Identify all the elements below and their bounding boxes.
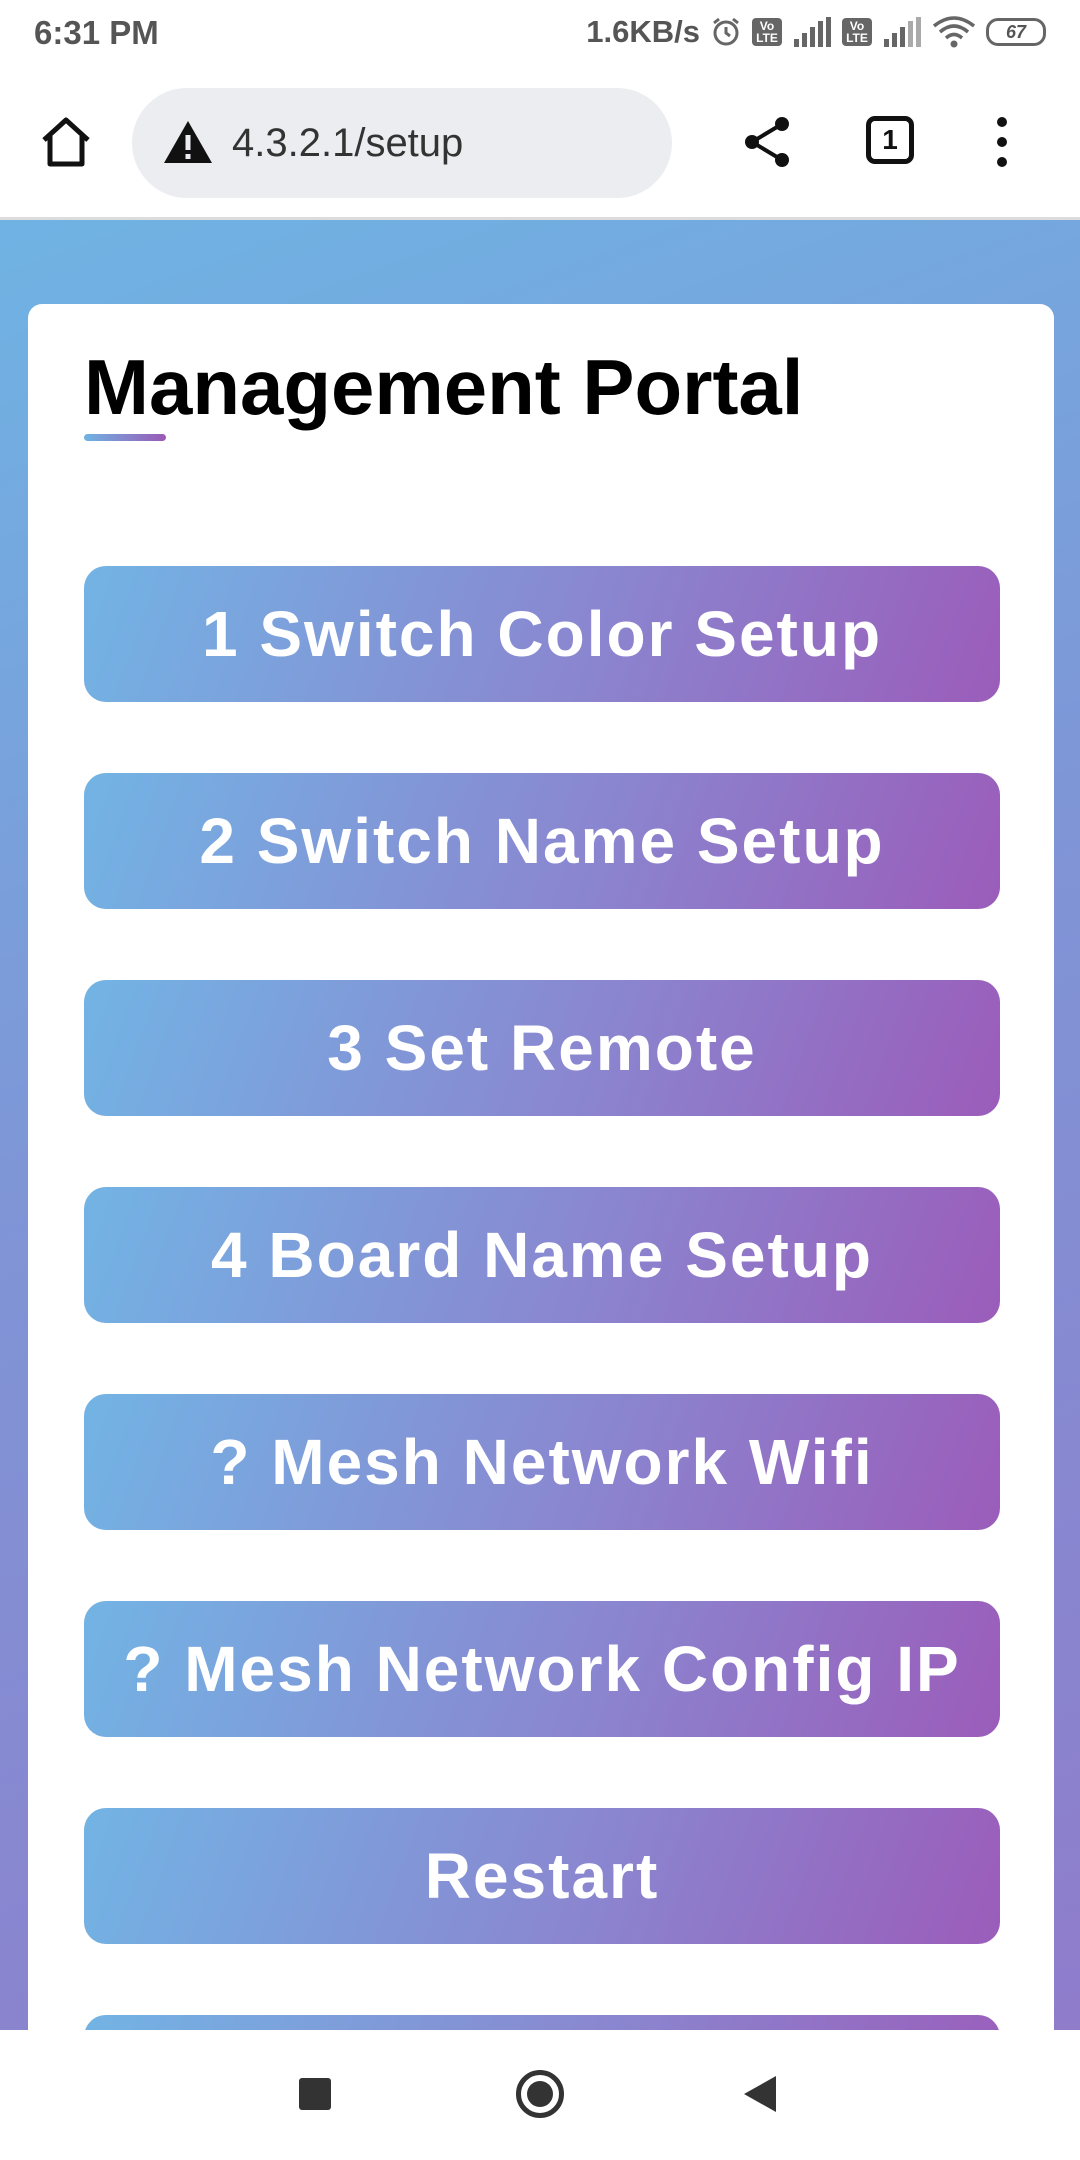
menu-list: 1 Switch Color Setup 2 Switch Name Setup… <box>84 566 1000 2030</box>
partially-visible-button[interactable] <box>84 2015 1000 2030</box>
status-time: 6:31 PM <box>34 14 159 51</box>
home-dot <box>527 2081 553 2107</box>
tabs-icon[interactable]: 1 <box>866 116 914 164</box>
signal-icon <box>882 17 922 47</box>
status-bar: 6:31 PM 1.6KB/s Vo LTE Vo LTE 67 <box>0 0 1080 66</box>
status-icons: 1.6KB/s Vo LTE Vo LTE 67 <box>586 12 1046 52</box>
volte-icon: Vo LTE <box>842 18 872 46</box>
browser-toolbar: 4.3.2.1/setup 1 <box>0 66 1080 220</box>
warning-icon[interactable] <box>162 117 214 169</box>
volte-icon: Vo LTE <box>752 18 782 46</box>
title-underline <box>84 434 166 441</box>
board-name-setup-button[interactable]: 4 Board Name Setup <box>84 1187 1000 1323</box>
switch-color-setup-button[interactable]: 1 Switch Color Setup <box>84 566 1000 702</box>
url-text[interactable]: 4.3.2.1/setup <box>232 121 463 166</box>
alarm-icon <box>710 16 742 48</box>
switch-name-setup-button[interactable]: 2 Switch Name Setup <box>84 773 1000 909</box>
portal-card: Management Portal 1 Switch Color Setup 2… <box>28 304 1054 2030</box>
mesh-network-wifi-button[interactable]: ? Mesh Network Wifi <box>84 1394 1000 1530</box>
share-icon[interactable] <box>740 114 796 170</box>
page-title: Management Portal <box>84 343 804 431</box>
url-bar[interactable]: 4.3.2.1/setup <box>132 88 672 198</box>
navigation-bar <box>0 2030 1080 2160</box>
restart-button[interactable]: Restart <box>84 1808 1000 1944</box>
wifi-icon <box>932 16 976 48</box>
set-remote-button[interactable]: 3 Set Remote <box>84 980 1000 1116</box>
home-circle-icon[interactable] <box>516 2070 564 2118</box>
network-speed: 1.6KB/s <box>586 14 700 49</box>
battery-icon: 67 <box>986 18 1046 46</box>
mesh-network-config-ip-button[interactable]: ? Mesh Network Config IP <box>84 1601 1000 1737</box>
signal-icon <box>792 17 832 47</box>
recents-icon[interactable] <box>299 2078 331 2110</box>
page-background: Management Portal 1 Switch Color Setup 2… <box>0 220 1080 2030</box>
back-icon[interactable] <box>742 2074 778 2114</box>
home-icon[interactable] <box>38 114 94 170</box>
more-vert-icon[interactable] <box>982 112 1022 172</box>
